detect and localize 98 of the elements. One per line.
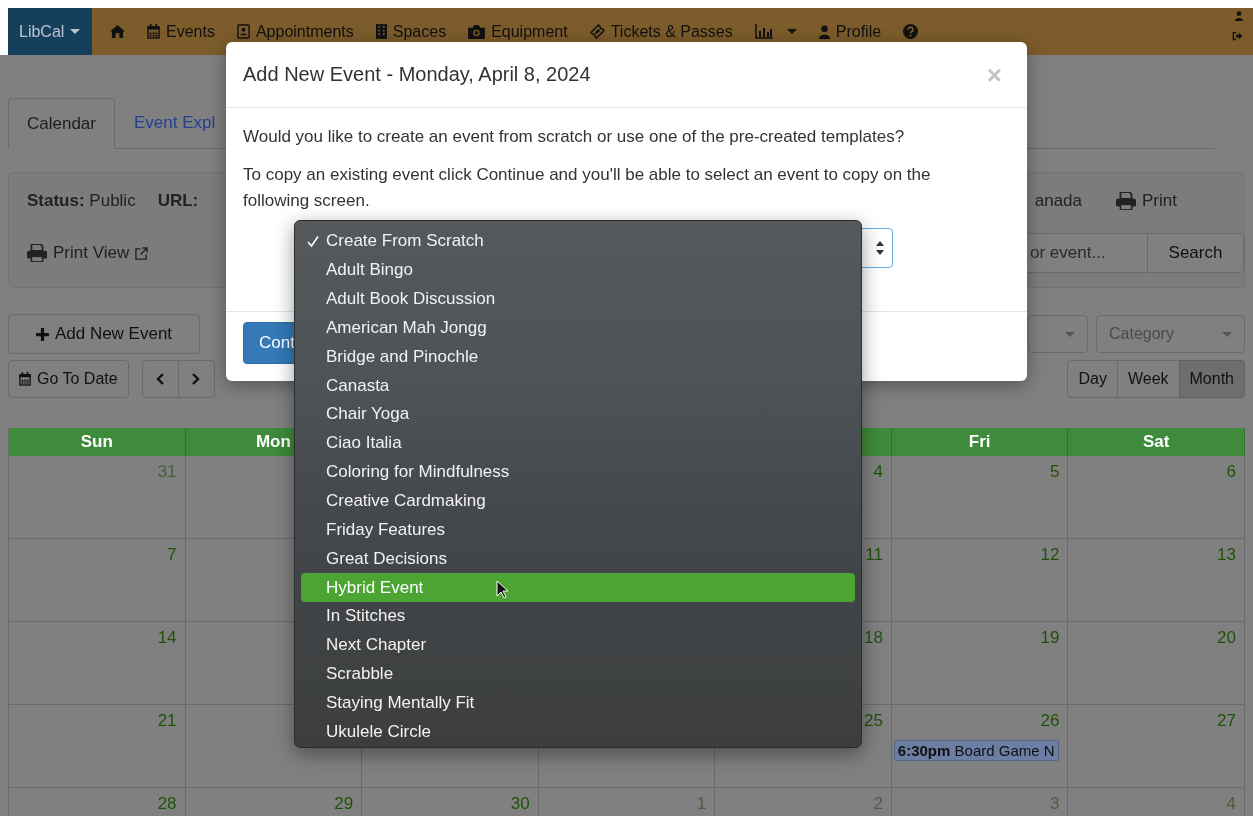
view-button[interactable]: Day [1067,360,1118,398]
caret-icon [1222,331,1232,337]
menu-option[interactable]: In Stitches [301,601,855,631]
day-number: 14 [157,628,177,648]
menu-option[interactable]: Scrabble [301,659,855,689]
day-number: 28 [157,794,177,814]
day-number: 1 [696,794,707,814]
tab[interactable]: Calendar [8,98,115,149]
location-text: anada [1034,191,1083,211]
ticket-icon [589,24,605,39]
calendar-icon [19,372,31,386]
day-number: 21 [157,711,177,731]
menu-option[interactable]: Staying Mentally Fit [301,688,855,718]
caret-icon [1065,331,1075,337]
menu-option[interactable]: Coloring for Mindfulness [301,457,855,487]
add-event-button[interactable]: Add New Event [8,314,200,354]
caret-icon [786,29,797,34]
day-number: 5 [1049,462,1060,482]
help-link[interactable] [903,24,919,39]
weekday-header: Fri [891,428,1069,456]
sign-out-icon[interactable] [1232,31,1243,41]
menu-option[interactable]: Bridge and Pinochle [301,342,855,372]
reports-menu[interactable] [754,24,797,39]
menu-option[interactable]: Hybrid Event [301,573,855,602]
menu-option[interactable]: Chair Yoga [301,400,855,429]
profile-link[interactable]: Profile [818,22,882,41]
menu-option[interactable]: Adult Book Discussion [301,284,855,314]
modal-title: Add New Event - Monday, April 8, 2024 [243,63,591,86]
go-to-date-button[interactable]: Go To Date [8,360,129,398]
filter-select[interactable] [1028,315,1088,353]
plus-icon [35,327,49,341]
next-button[interactable] [177,360,215,398]
up-down-arrows-icon [876,241,884,255]
bar-chart-icon [754,24,773,39]
day-number: 29 [334,794,354,814]
day-number: 12 [1040,545,1060,565]
printer-icon [1116,192,1137,210]
continue-button[interactable]: Cont [243,322,295,364]
day-number: 2 [873,794,883,814]
modal-text: Would you like to create an event from scratch or use one of the pre-created templates? [243,126,906,148]
modal-text: To copy an existing event click Continue and you'll be able to select an event to copy on the following screen. [243,164,932,212]
url-label: URL: [157,191,199,211]
equipment-link[interactable]: Equipment [468,22,568,41]
event-chip[interactable]: 6:30pm Board Game N [893,740,1060,761]
menu-option[interactable]: Great Decisions [301,544,855,574]
print-view-link[interactable]: Print View [27,243,149,263]
view-button[interactable]: Week [1116,360,1180,398]
status-text: Status: Public [27,191,136,211]
day-number: 18 [863,628,883,648]
view-button[interactable]: Month [1178,360,1245,398]
day-number: 30 [510,794,530,814]
appointments-link[interactable]: Appointments [236,22,354,41]
previous-button[interactable] [141,360,179,398]
home-icon [110,25,125,38]
cursor-icon [496,580,508,599]
weekday-header: Sat [1068,428,1245,456]
menu-option[interactable]: Adult Bingo [301,255,855,285]
menu-option[interactable]: Canasta [301,371,855,401]
contact-card-icon [236,24,250,39]
tickets-link[interactable]: Tickets & Passes [589,22,733,41]
menu-option[interactable]: Creative Cardmaking [301,486,855,516]
caret-icon [70,29,81,34]
weekday-header: Sun [9,428,186,456]
home-link[interactable] [110,25,125,38]
chevron-right-icon [192,373,201,385]
day-number: 20 [1217,628,1236,648]
day-number: 31 [157,462,177,482]
search-button[interactable]: Search [1147,233,1244,273]
menu-option[interactable]: American Mah Jongg [301,313,855,343]
menu-option[interactable]: Create From Scratch [301,227,855,256]
spaces-link[interactable]: Spaces [375,22,447,41]
day-number: 26 [1040,711,1060,731]
user-icon [818,24,830,39]
menu-option[interactable]: Next Chapter [301,630,855,660]
user-icon[interactable] [1235,11,1243,21]
building-icon [375,24,387,39]
help-icon [903,24,919,39]
events-link[interactable]: Events [147,22,215,41]
calendar-icon [147,24,160,39]
printer-icon [27,244,47,262]
day-number: 4 [1226,794,1236,814]
print-link[interactable]: Print [1116,191,1177,211]
day-number: 13 [1217,545,1236,565]
menu-option[interactable]: Friday Features [301,515,855,545]
brand-menu[interactable]: LibCal [8,8,92,55]
chevron-left-icon [156,373,165,385]
day-number: 7 [167,545,177,565]
day-number: 11 [865,545,883,565]
external-link-icon [135,246,149,260]
day-number: 25 [863,711,883,731]
day-number: 27 [1217,711,1236,731]
day-number: 4 [873,462,883,482]
day-number: 6 [1226,462,1236,482]
day-number: 3 [1049,794,1060,814]
day-number: 19 [1040,628,1060,648]
menu-option[interactable]: Ukulele Circle [301,717,855,747]
search-field[interactable]: or event... [1026,233,1148,273]
camera-icon [468,24,486,39]
